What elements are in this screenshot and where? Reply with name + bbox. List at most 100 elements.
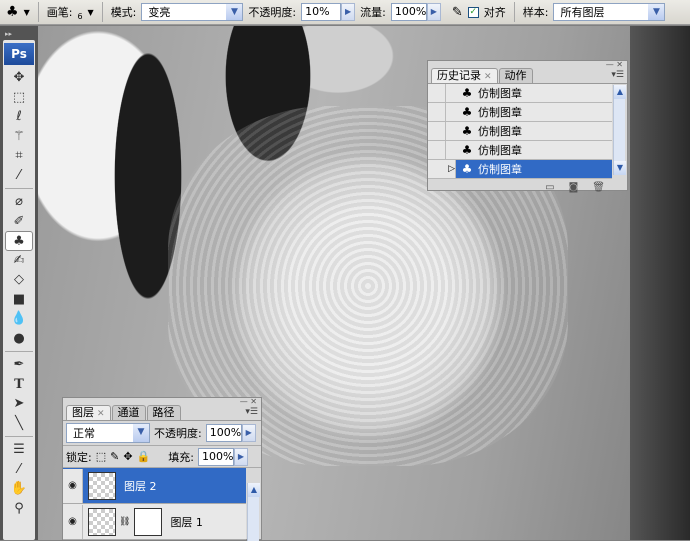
dodge-tool-icon[interactable]: ●	[3, 329, 35, 349]
history-scrollbar[interactable]: ▲ ▼	[613, 85, 626, 175]
layer-name[interactable]: 图层 1	[170, 514, 203, 530]
move-tool-icon[interactable]: ✥	[3, 68, 35, 88]
brush-size[interactable]: 6	[77, 4, 82, 21]
snapshot-source-checkbox[interactable]	[428, 84, 446, 102]
lock-pixels-icon[interactable]: ✎	[110, 450, 119, 463]
lock-position-icon[interactable]: ✥	[123, 450, 132, 463]
gradient-tool-icon[interactable]: ■	[3, 290, 35, 310]
history-item[interactable]: ♣ 仿制图章	[428, 141, 612, 160]
snapshot-source-checkbox[interactable]	[428, 103, 446, 121]
crop-tool-icon[interactable]: ⌗	[3, 146, 35, 166]
divider	[5, 351, 33, 352]
panel-menu-icon[interactable]: ▾☰	[611, 70, 624, 80]
clone-stamp-icon: ♣	[461, 105, 473, 119]
tab-layers[interactable]: 图层 ✕	[66, 405, 111, 420]
ps-logo[interactable]: Ps	[4, 43, 34, 65]
layer-row[interactable]: ◉ ⛓ 图层 1	[63, 504, 246, 540]
tab-actions[interactable]: 动作	[498, 68, 533, 83]
clone-stamp-icon: ♣	[461, 124, 473, 138]
opacity-slider-button[interactable]: ▶	[241, 424, 256, 442]
fill-input[interactable]: 100%	[197, 447, 234, 466]
snapshot-source-checkbox[interactable]	[428, 141, 446, 159]
blur-tool-icon[interactable]: 💧	[3, 309, 35, 329]
layer-name[interactable]: 图层 2	[124, 478, 157, 494]
pen-tool-icon[interactable]: ✒	[3, 355, 35, 375]
divider	[5, 436, 33, 437]
close-icon[interactable]: ✕	[97, 409, 105, 419]
sample-value: 所有图层	[560, 6, 605, 19]
close-icon[interactable]: ✕	[484, 72, 492, 82]
history-state-pointer-icon: ▷	[428, 160, 456, 178]
snapshot-camera-icon[interactable]: ◙	[569, 182, 579, 193]
lock-transparency-icon[interactable]: ⬚	[96, 450, 106, 463]
clone-stamp-icon: ♣	[461, 86, 473, 100]
divider	[101, 2, 103, 22]
snapshot-source-checkbox[interactable]	[428, 122, 446, 140]
flow-slider-button[interactable]: ▶	[426, 3, 441, 21]
magic-wand-tool-icon[interactable]: ⚚	[3, 127, 35, 147]
slice-tool-icon[interactable]: ⁄	[3, 166, 35, 186]
tab-channels[interactable]: 通道	[111, 405, 146, 420]
airbrush-icon[interactable]: ✎	[452, 5, 463, 20]
layer-row-selected[interactable]: ◉ 图层 2	[63, 468, 246, 504]
clone-stamp-tool-icon[interactable]: ♣	[5, 231, 33, 251]
history-item[interactable]: ♣ 仿制图章	[428, 122, 612, 141]
opacity-slider-button[interactable]: ▶	[341, 3, 356, 21]
zoom-tool-icon[interactable]: ⚲	[3, 499, 35, 519]
trash-icon[interactable]: 🗑	[592, 182, 605, 193]
lock-all-icon[interactable]: 🔒	[137, 450, 151, 463]
tool-preset-dropdown[interactable]: ▼	[24, 8, 30, 17]
history-item-label: 仿制图章	[478, 106, 522, 119]
line-tool-icon[interactable]: ╲	[3, 414, 35, 434]
photo-background	[630, 26, 690, 540]
mode-label: 模式:	[110, 6, 137, 19]
visibility-eye-icon[interactable]: ◉	[63, 504, 83, 539]
scroll-up-icon[interactable]: ▲	[248, 483, 260, 497]
history-item-label: 仿制图章	[478, 144, 522, 157]
history-item[interactable]: ♣ 仿制图章	[428, 84, 612, 103]
clone-stamp-icon: ♣	[461, 162, 473, 176]
lasso-tool-icon[interactable]: ℓ	[3, 107, 35, 127]
brush-dropdown[interactable]: ▼	[88, 8, 94, 17]
fill-slider-button[interactable]: ▶	[233, 447, 248, 466]
fill-label: 填充:	[168, 450, 194, 464]
hand-tool-icon[interactable]: ✋	[3, 479, 35, 499]
panel-menu-icon[interactable]: ▾☰	[245, 407, 258, 417]
tab-label: 历史记录	[437, 69, 481, 82]
scroll-down-icon[interactable]: ▼	[614, 161, 626, 175]
opacity-input[interactable]: 10%	[301, 3, 342, 21]
blend-mode-select[interactable]: 正常 ▼	[66, 423, 150, 443]
clone-stamp-icon[interactable]: ♣	[6, 4, 19, 20]
scroll-up-icon[interactable]: ▲	[614, 85, 626, 99]
layer-mask-thumbnail[interactable]	[134, 507, 163, 536]
divider	[37, 2, 39, 22]
sample-label: 样本:	[522, 6, 549, 19]
aligned-checkbox[interactable]: ✓	[467, 6, 479, 18]
flow-input[interactable]: 100%	[390, 3, 427, 21]
layers-scrollbar[interactable]: ▲	[247, 483, 260, 541]
brush-tool-icon[interactable]: ✐	[3, 212, 35, 232]
history-item[interactable]: ♣ 仿制图章	[428, 103, 612, 122]
tab-paths[interactable]: 路径	[146, 405, 181, 420]
eraser-tool-icon[interactable]: ◇	[3, 270, 35, 290]
divider	[5, 188, 33, 189]
healing-brush-tool-icon[interactable]: ⌀	[3, 192, 35, 212]
layer-opacity-input[interactable]: 100%	[205, 424, 242, 442]
eyedropper-tool-icon[interactable]: ⁄	[3, 460, 35, 480]
visibility-eye-icon[interactable]: ◉	[63, 468, 83, 503]
tab-history[interactable]: 历史记录 ✕	[431, 68, 498, 83]
history-list: ♣ 仿制图章 ♣ 仿制图章 ♣ 仿制图章 ♣ 仿制图章 ▷ ♣ 仿制图章	[428, 84, 612, 179]
notes-tool-icon[interactable]: ☰	[3, 440, 35, 460]
collapse-icon[interactable]: ▸▸	[3, 28, 35, 40]
mode-select[interactable]: 变亮 ▼	[141, 3, 244, 21]
history-brush-tool-icon[interactable]: ✍	[3, 251, 35, 271]
mask-link-icon[interactable]: ⛓	[119, 517, 130, 527]
new-document-icon[interactable]: ▭	[545, 182, 554, 193]
path-selection-tool-icon[interactable]: ➤	[3, 394, 35, 414]
options-bar: ♣ ▼ 画笔: 6 ▼ 模式: 变亮 ▼ 不透明度: 10% ▶ 流量: 100% ▶ …	[0, 0, 690, 25]
sample-select[interactable]: 所有图层 ▼	[553, 3, 666, 21]
history-item-selected[interactable]: ▷ ♣ 仿制图章	[428, 160, 612, 179]
type-tool-icon[interactable]: T	[3, 375, 35, 395]
history-item-label: 仿制图章	[478, 163, 522, 176]
marquee-tool-icon[interactable]: ⬚	[3, 88, 35, 108]
